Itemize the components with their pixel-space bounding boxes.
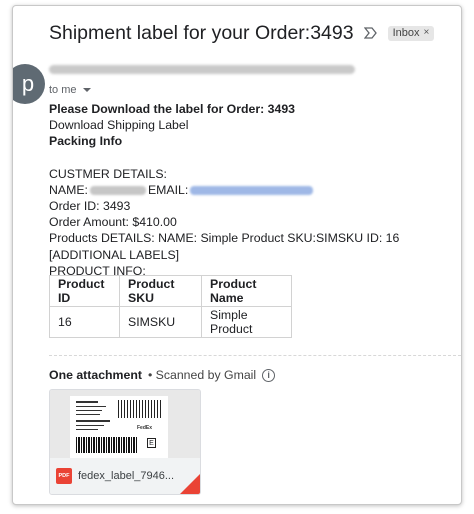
order-id: Order ID: 3493 xyxy=(49,199,131,214)
subject-row: Shipment label for your Order:3493 Inbox… xyxy=(49,20,447,46)
additional-labels: [ADDITIONAL LABELS] xyxy=(49,247,180,262)
barcode xyxy=(76,437,138,453)
email-body: Please Download the label for Order: 349… xyxy=(49,101,447,279)
name-label: NAME: xyxy=(49,182,88,197)
attachments-divider xyxy=(49,355,461,356)
attachments-title: One attachment xyxy=(49,368,142,382)
order-amount: Order Amount: $410.00 xyxy=(49,215,177,230)
customer-details-heading: CUSTMER DETAILS: xyxy=(49,166,167,181)
sender-avatar[interactable]: p xyxy=(13,64,45,104)
recipient-details[interactable]: to me xyxy=(49,84,91,96)
pdf-corner-fold-icon xyxy=(180,474,200,494)
inbox-label-badge[interactable]: Inbox × xyxy=(387,25,435,41)
email-card: Shipment label for your Order:3493 Inbox… xyxy=(12,5,462,505)
customer-name-email-line: NAME: EMAIL: xyxy=(49,182,447,198)
remove-label-icon[interactable]: × xyxy=(424,27,430,38)
column-header: Product Name xyxy=(201,275,292,307)
scanned-by-gmail: • Scanned by Gmail xyxy=(147,368,257,382)
service-code-box: E xyxy=(147,438,156,448)
attachment-file-bar[interactable]: PDF fedex_label_7946... xyxy=(50,458,200,494)
table-row: 16 SIMSKU Simple Product xyxy=(49,306,292,338)
info-icon[interactable]: i xyxy=(262,368,276,382)
attachments-header: One attachment • Scanned by Gmail i xyxy=(49,368,276,382)
product-table: Product ID Product SKU Product Name 16 S… xyxy=(49,275,292,338)
attachment-preview: FedEx E xyxy=(50,390,200,460)
products-details: Products DETAILS: NAME: Simple Product S… xyxy=(49,231,400,246)
chevron-down-icon[interactable] xyxy=(82,88,91,92)
attachment-card[interactable]: FedEx E PDF fedex_label_7946... xyxy=(49,389,201,495)
table-cell: Simple Product xyxy=(201,306,292,338)
column-header: Product ID xyxy=(49,275,120,307)
email-label: EMAIL: xyxy=(147,182,189,197)
avatar-letter: p xyxy=(21,71,35,96)
download-shipping-label-link[interactable]: Download Shipping Label xyxy=(49,117,447,133)
to-me-label: to me xyxy=(49,84,77,96)
attachment-file-name[interactable]: fedex_label_7946... xyxy=(78,470,174,482)
sender-address-redacted xyxy=(49,64,355,74)
table-header-row: Product ID Product SKU Product Name xyxy=(49,275,292,307)
email-subject: Shipment label for your Order:3493 xyxy=(49,21,354,44)
sender-address[interactable] xyxy=(49,62,355,76)
customer-email-redacted[interactable] xyxy=(190,186,314,196)
pdf-icon: PDF xyxy=(56,468,72,484)
download-heading: Please Download the label for Order: 349… xyxy=(49,102,296,116)
packing-info-heading: Packing Info xyxy=(49,134,123,149)
customer-name-redacted xyxy=(89,186,146,196)
important-marker-icon[interactable] xyxy=(363,26,380,40)
table-cell: SIMSKU xyxy=(119,306,202,338)
inbox-label-text: Inbox xyxy=(392,26,420,39)
table-cell: 16 xyxy=(49,306,120,338)
fedex-logo: FedEx xyxy=(136,425,152,431)
shipping-label-thumbnail: FedEx E xyxy=(70,396,168,458)
column-header: Product SKU xyxy=(119,275,202,307)
